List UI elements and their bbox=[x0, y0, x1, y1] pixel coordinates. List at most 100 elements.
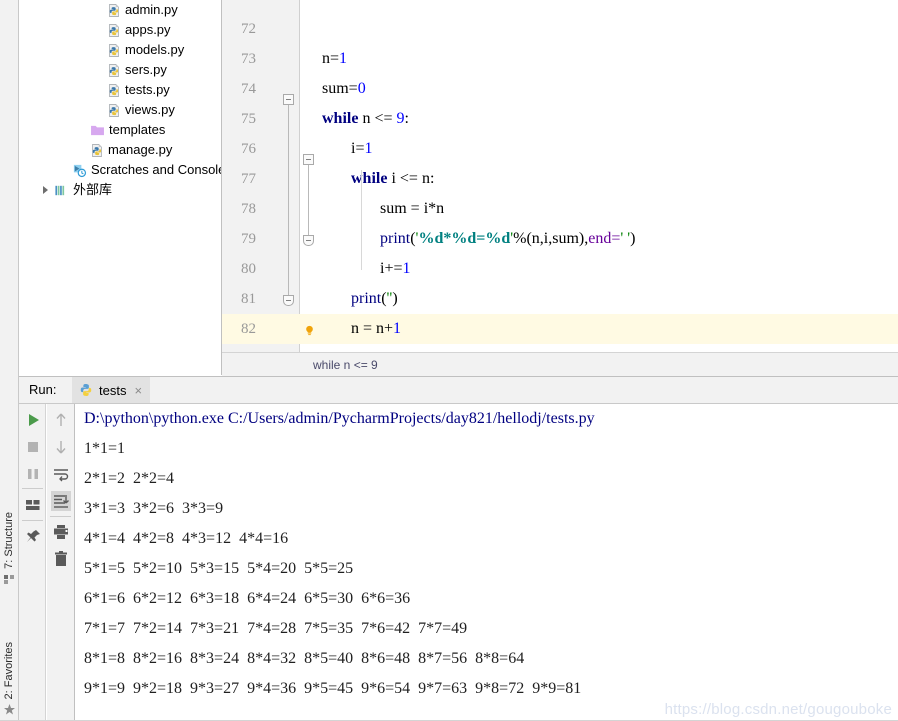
run-tool-window-header: Run: tests × bbox=[19, 377, 898, 404]
code-line[interactable]: 75 while n <= 9: bbox=[222, 104, 898, 134]
pycharm-window: 7: Structure 2: Favorites admin.py apps.p… bbox=[0, 0, 898, 721]
play-icon bbox=[29, 414, 39, 426]
stop-icon bbox=[28, 442, 38, 452]
scroll-up-button[interactable] bbox=[51, 410, 71, 430]
code-token: end= bbox=[588, 230, 621, 247]
pause-button[interactable] bbox=[23, 464, 43, 484]
code-line[interactable]: 81 print('') bbox=[222, 284, 898, 314]
tree-item-label: apps.py bbox=[125, 22, 171, 37]
code-token: 1 bbox=[339, 50, 348, 67]
code-line[interactable]: 79 print('%d*%d=%d'%(n,i,sum),end=' ') bbox=[222, 224, 898, 254]
project-tree-panel[interactable]: admin.py apps.py models.py sers.py tests.py v… bbox=[19, 0, 222, 375]
fold-marker-while-inner-start[interactable] bbox=[303, 154, 314, 165]
tree-item[interactable]: tests.py bbox=[19, 80, 221, 100]
code-text: print('%d*%d=%d'%(n,i,sum),end=' ') bbox=[380, 224, 635, 254]
tree-item[interactable]: apps.py bbox=[19, 20, 221, 40]
run-toolbar-left[interactable] bbox=[19, 404, 46, 721]
code-text: n=1 bbox=[322, 44, 347, 74]
code-line[interactable]: 82 n = n+1 bbox=[222, 314, 898, 344]
python-file-icon bbox=[109, 63, 119, 77]
fold-marker-while-inner-end[interactable] bbox=[303, 235, 314, 246]
tree-item[interactable]: sers.py bbox=[19, 60, 221, 80]
chevron-right-icon[interactable] bbox=[41, 185, 52, 196]
tool-window-button-structure[interactable]: 7: Structure bbox=[0, 512, 19, 569]
line-number: 76 bbox=[241, 141, 256, 157]
code-line[interactable]: 77 while i <= n: bbox=[222, 164, 898, 194]
console-output-line: 9*1=9 9*2=18 9*3=27 9*4=36 9*5=45 9*6=54… bbox=[84, 680, 582, 697]
python-file-icon bbox=[80, 384, 92, 396]
run-tool-window: Run: tests × D:\python\python.exe C:/Use… bbox=[19, 376, 898, 721]
code-token: while bbox=[322, 110, 359, 127]
code-line[interactable]: 76 i=1 bbox=[222, 134, 898, 164]
library-icon bbox=[55, 185, 65, 195]
clear-all-button[interactable] bbox=[51, 549, 71, 569]
code-line[interactable]: 73 n=1 bbox=[222, 44, 898, 74]
code-token: n = n+ bbox=[351, 320, 394, 337]
soft-wrap-button[interactable] bbox=[51, 464, 71, 484]
code-text: print('') bbox=[351, 284, 398, 314]
pause-icon bbox=[28, 469, 38, 479]
breadcrumb: while n <= 9 bbox=[222, 352, 898, 377]
scroll-to-end-button[interactable] bbox=[51, 491, 71, 511]
folder-icon bbox=[91, 125, 104, 136]
code-token: 0 bbox=[357, 80, 366, 97]
arrow-down-icon bbox=[56, 441, 66, 454]
code-editor[interactable]: 72 73 n=1 74 sum=0 75 while n <= 9: 76 i=1 77 whil… bbox=[222, 0, 898, 352]
tree-item-label: views.py bbox=[125, 102, 175, 117]
layout-button[interactable] bbox=[23, 495, 43, 515]
tree-item[interactable]: manage.py bbox=[19, 140, 221, 160]
intention-bulb-icon[interactable] bbox=[304, 323, 315, 336]
console-output-line: 7*1=7 7*2=14 7*3=21 7*4=28 7*5=35 7*6=42… bbox=[84, 620, 468, 637]
tree-item[interactable]: models.py bbox=[19, 40, 221, 60]
code-token: ) bbox=[630, 230, 636, 247]
console-output-line: 5*1=5 5*2=10 5*3=15 5*4=20 5*5=25 bbox=[84, 560, 354, 577]
code-line[interactable]: 74 sum=0 bbox=[222, 74, 898, 104]
code-text: while i <= n: bbox=[351, 164, 434, 194]
python-file-icon bbox=[109, 3, 119, 17]
tree-item[interactable]: Scratches and Consoles bbox=[19, 160, 221, 180]
code-line[interactable]: 72 bbox=[222, 14, 898, 44]
run-tab-label: tests bbox=[99, 382, 127, 398]
tree-item-label: manage.py bbox=[108, 142, 173, 157]
tree-item[interactable]: 外部库 bbox=[19, 180, 221, 200]
code-token: %d*%d=%d bbox=[418, 230, 511, 247]
pin-button[interactable] bbox=[23, 527, 43, 547]
code-token: 1 bbox=[364, 140, 373, 157]
tree-item[interactable]: admin.py bbox=[19, 0, 221, 20]
fold-marker-while-outer-end[interactable] bbox=[283, 295, 294, 306]
pin-icon bbox=[27, 530, 40, 542]
code-token: i= bbox=[351, 140, 365, 157]
code-text: while n <= 9: bbox=[322, 104, 409, 134]
tool-window-button-favorites[interactable]: 2: Favorites bbox=[0, 642, 19, 699]
code-token: i+= bbox=[380, 260, 403, 277]
code-line[interactable]: 80 i+=1 bbox=[222, 254, 898, 284]
line-number: 72 bbox=[241, 21, 256, 37]
run-tab-tests[interactable]: tests × bbox=[72, 377, 151, 403]
line-number: 74 bbox=[241, 81, 256, 97]
code-token: n= bbox=[322, 50, 340, 67]
tree-item[interactable]: templates bbox=[19, 120, 221, 140]
tree-item[interactable]: views.py bbox=[19, 100, 221, 120]
print-button[interactable] bbox=[51, 522, 71, 542]
code-token: sum = i*n bbox=[380, 200, 445, 217]
code-token: while bbox=[351, 170, 388, 187]
code-token: n bbox=[358, 110, 375, 127]
star-icon bbox=[4, 704, 15, 715]
scratches-icon bbox=[73, 164, 87, 177]
close-icon[interactable]: × bbox=[134, 384, 142, 397]
code-line[interactable]: 78 sum = i*n bbox=[222, 194, 898, 224]
run-toolbar-right[interactable] bbox=[47, 404, 75, 721]
code-text: i=1 bbox=[351, 134, 372, 164]
run-button[interactable] bbox=[23, 410, 43, 430]
run-console-output[interactable]: D:\python\python.exe C:/Users/admin/Pych… bbox=[76, 404, 898, 721]
scroll-down-button[interactable] bbox=[51, 437, 71, 457]
console-output-line: 1*1=1 bbox=[84, 440, 126, 457]
stop-button[interactable] bbox=[23, 437, 43, 457]
code-token: ' ' bbox=[620, 230, 631, 247]
fold-marker-while-outer-start[interactable] bbox=[283, 94, 294, 105]
